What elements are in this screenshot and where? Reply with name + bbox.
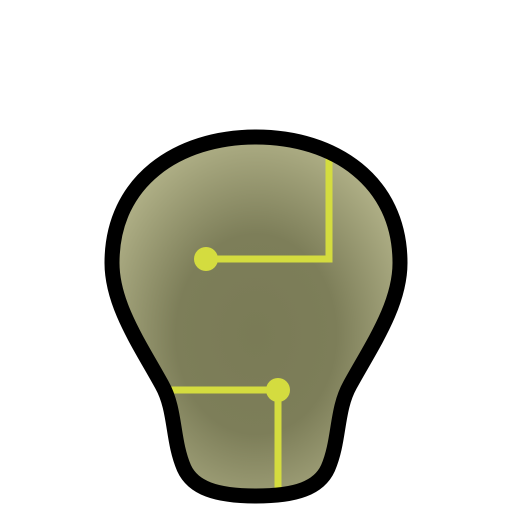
- circuit-node-upper: [194, 247, 218, 271]
- lightbulb-circuit-icon: [104, 129, 408, 504]
- circuit-node-lower: [266, 378, 290, 402]
- bulb-body: [112, 137, 400, 496]
- icon-canvas: [0, 0, 512, 512]
